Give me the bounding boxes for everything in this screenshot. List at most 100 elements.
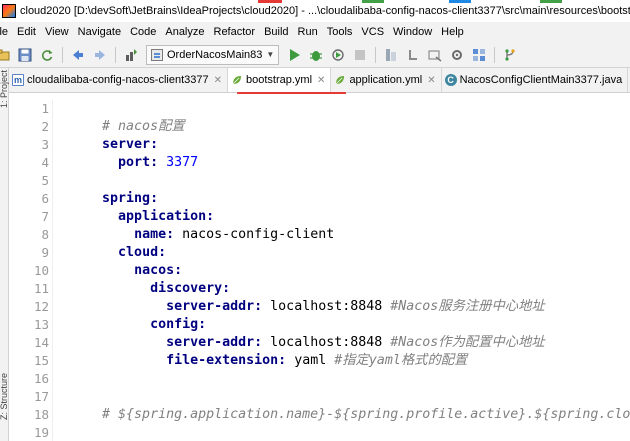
gutter-divider [52, 100, 53, 441]
line-number: 15 [33, 353, 49, 368]
yaml-value: 3377 [166, 155, 199, 170]
menu-view[interactable]: View [41, 26, 74, 38]
close-icon[interactable]: ✕ [427, 75, 435, 86]
yaml-comment: #Nacos服务注册中心地址 [390, 299, 545, 314]
tab-nacos-config-client-main[interactable]: C NacosConfigClientMain3377.java [442, 68, 629, 92]
menu-analyze[interactable]: Analyze [161, 26, 209, 38]
tab-label: NacosConfigClientMain3377.java [459, 74, 623, 86]
toolbar-separator [494, 46, 496, 63]
coverage-icon[interactable] [329, 46, 347, 64]
window-title: cloud2020 [D:\devSoft\JetBrains\IdeaProj… [20, 5, 630, 17]
menu-build[interactable]: Build [260, 26, 293, 38]
title-accent-red [258, 0, 282, 3]
tab-application-yml[interactable]: application.yml ✕ [331, 68, 442, 92]
line-number: 13 [33, 317, 49, 332]
code-line: port: 3377 [70, 136, 198, 170]
line-number: 5 [41, 173, 49, 188]
project-tool-window-button[interactable]: 1: Project [0, 70, 9, 108]
run-config-icon [151, 48, 163, 61]
line-number: 8 [41, 227, 49, 242]
tab-module-cloudalibaba-config-nacos-client3377[interactable]: m cloudalibaba-config-nacos-client3377 ✕ [9, 68, 229, 92]
code-editor[interactable]: # nacos配置 server: port: 3377 spring: app… [59, 94, 630, 441]
yaml-comment: # ${spring.application.name}-${spring.pr… [102, 407, 630, 422]
code-line: application: [70, 190, 214, 224]
settings-icon[interactable] [448, 46, 466, 64]
search-everywhere-icon[interactable] [426, 46, 444, 64]
structure-tool-window-button[interactable]: Z: Structure [0, 373, 9, 420]
line-number: 9 [41, 245, 49, 260]
menu-help[interactable]: Help [437, 26, 469, 38]
line-number: 10 [33, 263, 49, 278]
toolbar-separator [62, 46, 63, 63]
line-number: 2 [41, 119, 49, 134]
structure-icon[interactable] [382, 46, 400, 64]
save-icon[interactable] [16, 46, 34, 64]
code-line: cloud: [70, 226, 166, 260]
sdk-icon[interactable] [404, 46, 422, 64]
code-line: file-extension: yaml #指定yaml格式的配置 [70, 334, 467, 368]
close-icon[interactable]: ✕ [317, 75, 325, 86]
editor-tab-bar: m cloudalibaba-config-nacos-client3377 ✕… [9, 68, 630, 93]
vcs-icon[interactable] [501, 46, 519, 64]
menu-navigate[interactable]: Navigate [74, 26, 126, 38]
code-line: server-addr: localhost:8848 #Nacos服务注册中心… [70, 280, 545, 314]
code-line: server-addr: localhost:8848 #Nacos作为配置中心… [70, 316, 545, 350]
run-config-label: OrderNacosMain83 [167, 48, 263, 61]
line-number: 12 [33, 299, 49, 314]
line-number: 16 [33, 371, 49, 386]
title-accent-blue [449, 0, 471, 3]
module-icon: m [12, 74, 24, 86]
build-icon[interactable] [122, 46, 140, 64]
line-number: 1 [41, 101, 49, 116]
spring-leaf-icon [334, 74, 346, 86]
menu-vcs[interactable]: VCS [357, 26, 389, 38]
class-icon: C [444, 74, 457, 86]
back-icon[interactable] [69, 46, 87, 64]
yaml-value: yaml [294, 353, 327, 368]
tab-label: bootstrap.yml [246, 74, 313, 86]
menu-file[interactable]: ile [0, 26, 13, 38]
code-line: # ${spring.application.name}-${spring.pr… [70, 388, 630, 422]
toolbar-separator [375, 46, 377, 63]
spring-leaf-icon [231, 74, 243, 86]
line-number: 4 [41, 155, 49, 170]
project-structure-icon[interactable] [470, 46, 488, 64]
yaml-key: file-extension: [166, 353, 287, 368]
menu-run[interactable]: Run [294, 26, 323, 38]
line-number: 11 [33, 281, 49, 296]
intellij-app-icon [2, 4, 16, 18]
line-number: 3 [41, 137, 49, 152]
code-line: nacos: [70, 244, 182, 278]
menu-code[interactable]: Code [126, 26, 161, 38]
line-number: 6 [41, 191, 49, 206]
stop-icon[interactable] [351, 46, 369, 64]
title-accent-green-2 [540, 0, 562, 3]
left-tool-strip: 1: Project Z: Structure [0, 68, 9, 441]
sync-icon[interactable] [38, 46, 56, 64]
menu-refactor[interactable]: Refactor [210, 26, 261, 38]
run-configuration-selector[interactable]: OrderNacosMain83 ▼ [146, 44, 280, 65]
menu-window[interactable]: Window [389, 26, 437, 38]
open-icon[interactable] [0, 46, 12, 64]
tab-label: application.yml [349, 74, 423, 86]
yaml-key: port: [118, 155, 159, 170]
menu-edit[interactable]: Edit [13, 26, 41, 38]
yaml-comment: #指定yaml格式的配置 [334, 353, 468, 368]
yaml-value: localhost:8848 [270, 299, 383, 314]
code-line: # nacos配置 [70, 100, 185, 134]
line-number: 7 [41, 209, 49, 224]
menu-tools[interactable]: Tools [323, 26, 358, 38]
forward-icon[interactable] [91, 46, 109, 64]
debug-icon[interactable] [307, 46, 325, 64]
title-accent-green [362, 0, 384, 3]
code-line: config: [70, 298, 206, 332]
toolbar-separator [115, 46, 116, 63]
title-bar: cloud2020 [D:\devSoft\JetBrains\IdeaProj… [0, 0, 630, 22]
code-line: server: [70, 118, 158, 152]
tab-bootstrap-yml[interactable]: bootstrap.yml ✕ [228, 68, 332, 92]
close-icon[interactable]: ✕ [214, 75, 222, 86]
run-icon[interactable] [285, 46, 303, 64]
line-number: 18 [33, 407, 49, 422]
